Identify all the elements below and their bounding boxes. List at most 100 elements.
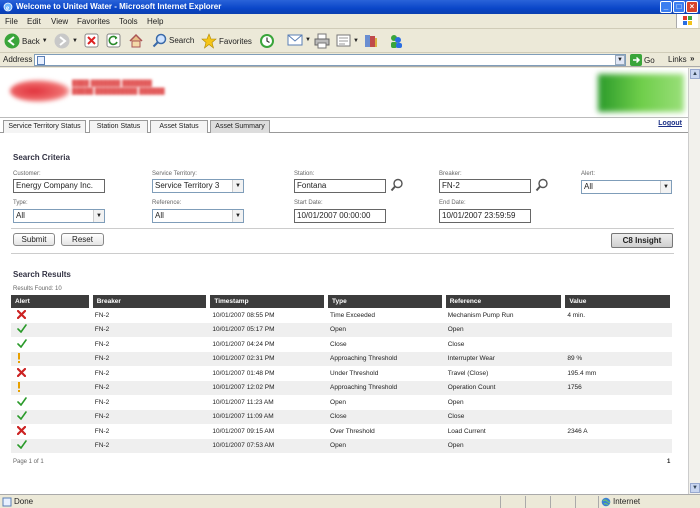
- cell-type: Close: [326, 409, 444, 424]
- column-header-type[interactable]: Type: [326, 295, 446, 308]
- end-date-field[interactable]: 10/01/2007 23:59:59: [439, 209, 531, 223]
- table-row[interactable]: FN-2 10/01/2007 02:31 PM Approaching Thres…: [11, 351, 672, 366]
- table-row[interactable]: FN-2 10/01/2007 09:15 AM Over Threshold Loa…: [11, 424, 672, 439]
- home-icon: [129, 33, 143, 48]
- menu-help[interactable]: Help: [147, 17, 163, 26]
- chevron-down-icon: ▼: [232, 210, 243, 222]
- search-label: Search: [169, 36, 195, 45]
- menu-view[interactable]: View: [51, 17, 68, 26]
- cell-value: 195.4 mm: [567, 369, 597, 377]
- column-header-reference[interactable]: Reference: [443, 295, 566, 308]
- research-button[interactable]: [363, 33, 379, 49]
- exclamation-icon: [11, 351, 91, 366]
- print-button[interactable]: [314, 33, 330, 49]
- header-image: [598, 74, 684, 112]
- menu-edit[interactable]: Edit: [27, 17, 41, 26]
- home-button[interactable]: [128, 33, 144, 49]
- stop-button[interactable]: [84, 33, 99, 48]
- tab-asset-summary[interactable]: Asset Summary: [210, 120, 270, 133]
- refresh-button[interactable]: [106, 33, 121, 48]
- check-icon: [11, 337, 91, 352]
- reset-button[interactable]: Reset: [61, 233, 104, 246]
- page-info: Page 1 of 1: [13, 459, 44, 465]
- menu-tools[interactable]: Tools: [119, 17, 138, 26]
- alert-select[interactable]: All ▼: [581, 180, 672, 194]
- forward-button[interactable]: ▼: [54, 33, 78, 49]
- mail-button[interactable]: ▼: [287, 33, 311, 47]
- tab-station-status[interactable]: Station Status: [89, 120, 148, 133]
- cell-timestamp: 10/01/2007 12:02 PM: [208, 380, 327, 395]
- start-date-field[interactable]: 10/01/2007 00:00:00: [294, 209, 386, 223]
- territory-value: Service Territory 3: [155, 181, 220, 190]
- favorites-button[interactable]: Favorites: [201, 33, 252, 49]
- breaker-search-icon[interactable]: [535, 178, 549, 192]
- close-window-button[interactable]: ×: [686, 1, 698, 13]
- messenger-button[interactable]: [388, 33, 404, 49]
- search-button[interactable]: Search: [152, 33, 194, 48]
- table-row[interactable]: FN-2 10/01/2007 04:24 PM Close Close: [11, 337, 672, 352]
- cell-timestamp: 10/01/2007 05:17 PM: [208, 322, 327, 337]
- logout-link[interactable]: Logout: [658, 120, 682, 127]
- column-header-breaker[interactable]: Breaker: [90, 295, 211, 308]
- scroll-up-icon[interactable]: ▲: [690, 69, 700, 79]
- menu-file[interactable]: File: [5, 17, 18, 26]
- cell-timestamp: 10/01/2007 08:55 PM: [212, 311, 275, 319]
- column-header-timestamp[interactable]: Timestamp: [208, 295, 329, 308]
- table-row[interactable]: FN-2 10/01/2007 11:23 AM Open Open: [11, 395, 672, 410]
- go-button[interactable]: Go: [630, 54, 655, 66]
- criteria-divider: [11, 228, 674, 229]
- table-row[interactable]: FN-2 10/01/2007 07:53 AM Open Open: [11, 438, 672, 453]
- back-button[interactable]: Back ▼: [4, 33, 48, 49]
- window-title-bar[interactable]: e Welcome to United Water - Microsoft In…: [0, 0, 700, 14]
- breaker-field[interactable]: FN-2: [439, 179, 531, 193]
- type-value: All: [16, 211, 25, 220]
- tab-service-territory-status[interactable]: Service Territory Status: [3, 120, 86, 133]
- cell-value: [563, 395, 672, 410]
- territory-select[interactable]: Service Territory 3 ▼: [152, 179, 244, 193]
- type-select[interactable]: All ▼: [13, 209, 105, 223]
- zone-label: Internet: [613, 497, 641, 506]
- table-row[interactable]: FN-2 10/01/2007 01:48 PM Under Threshold Tr…: [11, 366, 672, 381]
- results-table: Alert Breaker Timestamp Type Reference V…: [11, 295, 674, 453]
- vertical-scrollbar[interactable]: ▲ ▼: [688, 68, 700, 494]
- c8-insight-button[interactable]: C8 Insight: [611, 233, 673, 248]
- table-row[interactable]: FN-2 10/01/2007 11:09 AM Close Close: [11, 409, 672, 424]
- table-header-row: Alert Breaker Timestamp Type Reference V…: [11, 295, 674, 308]
- minimize-button[interactable]: _: [660, 1, 672, 13]
- station-search-icon[interactable]: [390, 178, 404, 192]
- cell-type: Close: [330, 340, 347, 348]
- history-button[interactable]: [259, 33, 275, 49]
- cell-type: Under Threshold: [330, 369, 379, 377]
- address-dropdown-icon[interactable]: ▼: [615, 55, 625, 65]
- submit-button[interactable]: Submit: [13, 233, 55, 246]
- status-separator: [550, 496, 551, 508]
- svg-text:e: e: [6, 4, 9, 12]
- start-date-label: Start Date:: [294, 200, 323, 206]
- page-icon: [37, 56, 45, 65]
- cell-value: [563, 409, 672, 424]
- address-label: Address: [3, 55, 33, 64]
- reference-select[interactable]: All ▼: [152, 209, 244, 223]
- station-field[interactable]: Fontana: [294, 179, 386, 193]
- column-header-value[interactable]: Value: [563, 295, 674, 308]
- table-row[interactable]: FN-2 10/01/2007 08:55 PM Time Exceeded Mech…: [11, 308, 672, 323]
- column-header-alert[interactable]: Alert: [11, 295, 93, 308]
- page-number-link[interactable]: 1: [667, 459, 670, 465]
- cell-type: Time Exceeded: [330, 311, 375, 319]
- cell-value: 2346 A: [567, 427, 588, 435]
- chevron-down-icon: ▼: [660, 181, 671, 193]
- links-chevron-icon[interactable]: »: [690, 54, 694, 63]
- table-row[interactable]: FN-2 10/01/2007 12:02 PM Approaching Thres…: [11, 380, 672, 395]
- edit-button[interactable]: ▼: [336, 33, 359, 48]
- customer-field[interactable]: Energy Company Inc.: [13, 179, 105, 193]
- cell-type: Open: [326, 322, 444, 337]
- links-button[interactable]: Links: [668, 55, 687, 64]
- menu-favorites[interactable]: Favorites: [77, 17, 110, 26]
- maximize-button[interactable]: □: [673, 1, 685, 13]
- scroll-down-icon[interactable]: ▼: [690, 483, 700, 493]
- type-label: Type:: [13, 200, 28, 206]
- address-input[interactable]: [34, 54, 626, 66]
- tab-asset-status[interactable]: Asset Status: [150, 120, 208, 133]
- status-separator: [575, 496, 576, 508]
- table-row[interactable]: FN-2 10/01/2007 05:17 PM Open Open: [11, 322, 672, 337]
